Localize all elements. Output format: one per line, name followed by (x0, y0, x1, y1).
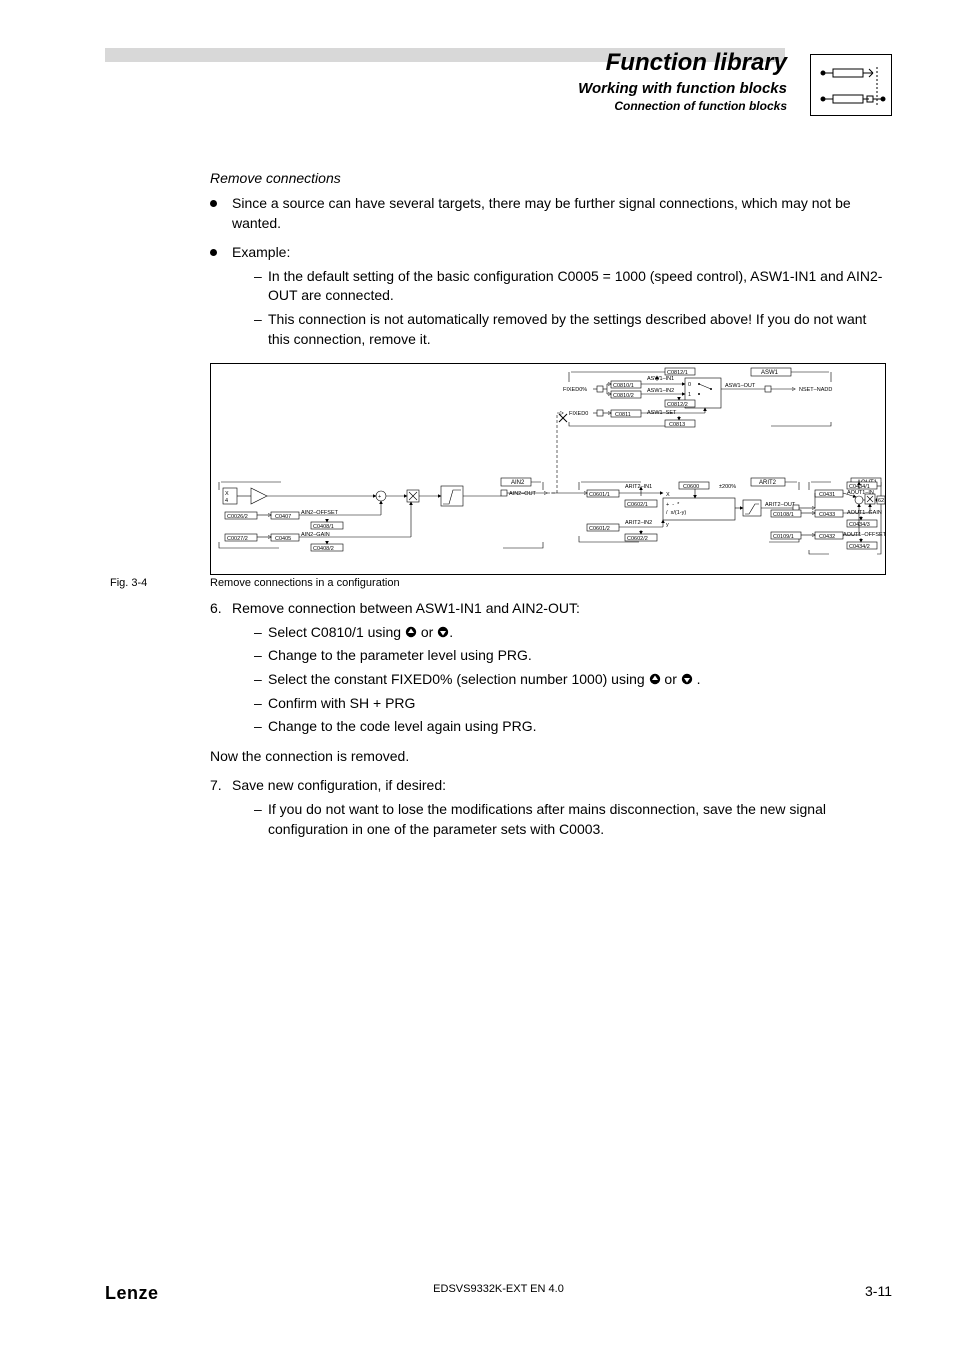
figure-3-4-diagram: .t5 { font-size:5.5px; } .t6 { font-size… (210, 363, 886, 575)
step-6-sub-1: Select C0810/1 using or . (254, 623, 892, 643)
bullet-2-sub-1: In the default setting of the basic conf… (254, 267, 892, 306)
svg-text:C0601/2: C0601/2 (589, 526, 610, 532)
step-6-sub-5: Change to the code level again using PRG… (254, 717, 892, 737)
svg-text:C0602/1: C0602/1 (627, 502, 648, 508)
page-number: 3-11 (865, 1283, 892, 1299)
doc-subsubtitle: Connection of function blocks (417, 99, 787, 113)
svg-text:y: y (666, 522, 669, 528)
svg-text:ARIT2–IN1: ARIT2–IN1 (625, 484, 652, 490)
step-6-sub-4: Confirm with SH + PRG (254, 694, 892, 714)
svg-text:C0432: C0432 (819, 534, 835, 540)
svg-text:C0810/2: C0810/2 (613, 393, 634, 399)
doc-number: EDSVS9332K-EXT EN 4.0 (433, 1283, 564, 1295)
svg-text:0: 0 (688, 382, 691, 388)
svg-text:C0108/1: C0108/1 (773, 512, 794, 518)
svg-text:ASW1–OUT: ASW1–OUT (725, 383, 756, 389)
svg-text:ARIT2–OUT: ARIT2–OUT (765, 502, 796, 508)
svg-text:FIXED0%: FIXED0% (563, 387, 587, 393)
brand-logo-text: Lenze (105, 1283, 159, 1303)
svg-text:C0813: C0813 (669, 422, 685, 428)
step-6: 6. Remove connection between ASW1-IN1 an… (210, 599, 892, 737)
svg-text:62: 62 (878, 498, 884, 504)
svg-text:FIXED0: FIXED0 (569, 411, 588, 417)
svg-text:C0408/2: C0408/2 (313, 546, 334, 552)
figure-caption: Remove connections in a configuration (210, 577, 400, 589)
svg-text:/ x/(1-y): / x/(1-y) (666, 510, 686, 516)
svg-text:AIN2–OUT: AIN2–OUT (509, 491, 537, 497)
svg-text:±200%: ±200% (719, 484, 736, 490)
post-step-6-text: Now the connection is removed. (210, 747, 892, 767)
svg-text:C0027/2: C0027/2 (227, 536, 248, 542)
page-header: Function library Working with function b… (105, 48, 892, 126)
svg-text:C0434/2: C0434/2 (849, 544, 870, 550)
step-6-sub-2: Change to the parameter level using PRG. (254, 646, 892, 666)
svg-text:C0602/2: C0602/2 (627, 536, 648, 542)
svg-text:C0811: C0811 (615, 412, 631, 418)
svg-text:X: X (225, 491, 229, 497)
svg-text:X: X (666, 492, 670, 498)
svg-text:ASW1: ASW1 (761, 370, 779, 376)
page-footer: Lenze EDSVS9332K-EXT EN 4.0 3-11 (105, 1283, 892, 1304)
svg-text:+ - *: + - * (666, 502, 680, 508)
svg-text:AIN2: AIN2 (511, 480, 525, 486)
svg-text:C0408/1: C0408/1 (313, 524, 334, 530)
doc-title: Function library (417, 50, 787, 76)
bullet-1: Since a source can have several targets,… (210, 194, 892, 233)
step-7: 7. Save new configuration, if desired: I… (210, 776, 892, 839)
svg-text:C0026/2: C0026/2 (227, 514, 248, 520)
step-7-sub-1: If you do not want to lose the modificat… (254, 800, 892, 839)
svg-text:4: 4 (225, 498, 228, 504)
step-6-sub-3: Select the constant FIXED0% (selection n… (254, 670, 892, 690)
bullet-2: Example: In the default setting of the b… (210, 243, 892, 349)
svg-text:C0810/1: C0810/1 (613, 383, 634, 389)
svg-text:C0812/2: C0812/2 (667, 402, 688, 408)
svg-text:C0433: C0433 (819, 512, 835, 518)
svg-text:ASW1–IN1: ASW1–IN1 (647, 376, 674, 382)
svg-text:C0405: C0405 (275, 536, 291, 542)
svg-text:C0434/3: C0434/3 (849, 522, 870, 528)
svg-text:ARIT2: ARIT2 (759, 480, 777, 486)
doc-subtitle: Working with function blocks (417, 80, 787, 97)
svg-text:ARIT2–IN2: ARIT2–IN2 (625, 520, 652, 526)
svg-text:C0407: C0407 (275, 514, 291, 520)
figure-label: Fig. 3-4 (110, 577, 147, 589)
svg-text:C0601/1: C0601/1 (589, 492, 610, 498)
svg-text:ASW1–IN2: ASW1–IN2 (647, 388, 674, 394)
section-heading: Remove connections (210, 170, 892, 186)
svg-text:C0600: C0600 (683, 484, 699, 490)
svg-text:C0434/1: C0434/1 (849, 484, 870, 490)
svg-text:+: + (378, 494, 381, 500)
svg-text:1: 1 (688, 392, 691, 398)
svg-text:C0431: C0431 (819, 492, 835, 498)
bullet-2-sub-2: This connection is not automatically rem… (254, 310, 892, 349)
brand-icon (810, 54, 892, 116)
svg-text:C0109/1: C0109/1 (773, 534, 794, 540)
svg-text:NSET–NADD: NSET–NADD (799, 387, 832, 393)
svg-text:C0812/1: C0812/1 (667, 370, 688, 376)
